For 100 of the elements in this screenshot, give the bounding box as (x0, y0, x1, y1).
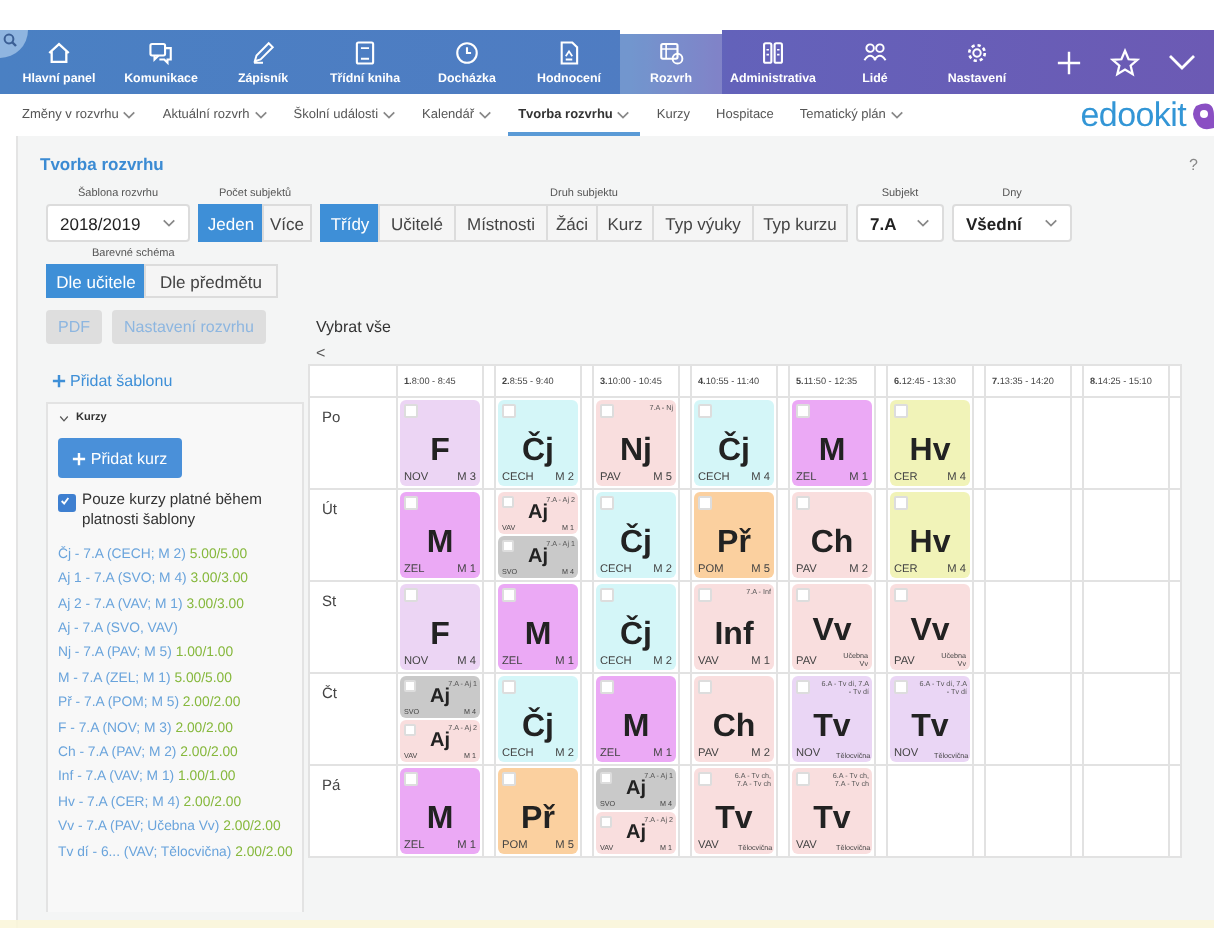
chat-icon (148, 39, 174, 65)
empty-cell[interactable] (986, 582, 1072, 674)
lesson-checkbox[interactable] (894, 680, 908, 694)
lesson-checkbox[interactable] (894, 404, 908, 418)
subject-label: Aj (430, 732, 450, 752)
subject-label: Čj (620, 526, 652, 560)
select-all-link[interactable]: Vybrat vše (316, 310, 391, 344)
search-icon[interactable] (0, 30, 28, 58)
empty-cell[interactable] (986, 766, 1072, 858)
empty-cell[interactable] (1084, 582, 1170, 674)
book-icon (352, 39, 378, 65)
empty-cell[interactable] (986, 674, 1072, 766)
check-icon (60, 496, 70, 506)
lesson-checkbox[interactable] (599, 815, 611, 827)
lesson-checkbox[interactable] (698, 404, 712, 418)
lesson-checkbox[interactable] (600, 496, 614, 510)
caret-icon (1044, 218, 1058, 228)
lesson-checkbox[interactable] (796, 588, 810, 602)
plus-icon[interactable] (1056, 49, 1082, 75)
lesson-checkbox[interactable] (502, 588, 516, 602)
subject-label: Čj (620, 618, 652, 652)
empty-cell[interactable] (888, 766, 974, 858)
checkbox[interactable] (58, 494, 76, 512)
lesson-checkbox[interactable] (796, 680, 810, 694)
empty-cell[interactable] (1084, 766, 1170, 858)
subject-label: M (622, 710, 650, 744)
home-icon (46, 39, 72, 65)
subject-label: Nj (620, 434, 652, 468)
lesson-checkbox[interactable] (599, 771, 611, 783)
subject-label: Čj (522, 434, 554, 468)
subject-label: Př (717, 526, 751, 560)
lesson-checkbox[interactable] (698, 588, 712, 602)
lesson-checkbox[interactable] (404, 496, 418, 510)
lesson-checkbox[interactable] (502, 404, 516, 418)
segment-button[interactable]: Typ kurzu (752, 204, 848, 242)
subject-label: Tv (813, 710, 851, 744)
settings-icon (964, 39, 990, 65)
lesson-checkbox[interactable] (894, 496, 908, 510)
empty-cell[interactable] (1084, 398, 1170, 490)
pencil-icon (250, 39, 276, 65)
subject-label: F (430, 434, 450, 468)
subject-label: Aj (430, 688, 450, 708)
lesson-checkbox[interactable] (403, 723, 415, 735)
subject-label: Čj (522, 710, 554, 744)
empty-cell[interactable] (986, 490, 1072, 582)
subject-label: Hv (909, 434, 951, 468)
subject-label: M (818, 434, 846, 468)
lesson-checkbox[interactable] (894, 588, 908, 602)
empty-cell[interactable] (986, 398, 1072, 490)
document-icon (556, 39, 582, 65)
lesson-checkbox[interactable] (600, 404, 614, 418)
subject-select[interactable]: 7.A (856, 204, 944, 242)
lesson-checkbox[interactable] (698, 496, 712, 510)
lesson-checkbox[interactable] (796, 772, 810, 786)
page-title: Tvorba rozvrhu (40, 154, 164, 174)
empty-cell[interactable] (1084, 674, 1170, 766)
subject-label: Ch (810, 526, 854, 560)
lesson-checkbox[interactable] (502, 772, 516, 786)
star-icon[interactable] (1110, 47, 1140, 77)
lesson-checkbox[interactable] (404, 588, 418, 602)
segment-button[interactable]: Dle předmětu (144, 264, 278, 298)
plus-icon (72, 451, 87, 465)
segment-button[interactable]: Učitelé (378, 204, 456, 242)
segment-button[interactable]: Více (262, 204, 312, 242)
caret-icon (916, 218, 930, 228)
clock-icon (454, 39, 480, 65)
lesson-checkbox[interactable] (796, 404, 810, 418)
lesson-checkbox[interactable] (404, 404, 418, 418)
segment-button[interactable]: Typ výuky (652, 204, 754, 242)
people-icon (862, 39, 888, 65)
subject-label: Čj (718, 434, 750, 468)
lesson-checkbox[interactable] (501, 495, 513, 507)
lesson-checkbox[interactable] (403, 679, 415, 691)
lesson-checkbox[interactable] (796, 496, 810, 510)
chevron-down-icon[interactable] (1168, 53, 1196, 71)
subject-label: Př (521, 802, 555, 836)
lesson-checkbox[interactable] (501, 539, 513, 551)
template-select[interactable]: 2018/2019 (46, 204, 190, 242)
segment-button[interactable]: Místnosti (454, 204, 548, 242)
lesson-checkbox[interactable] (600, 680, 614, 694)
subject-label: Aj (626, 780, 646, 800)
lesson-checkbox[interactable] (502, 680, 516, 694)
subject-label: M (426, 526, 454, 560)
segment-button[interactable]: Žáci (546, 204, 598, 242)
calendar-icon (658, 39, 684, 65)
segment-button[interactable]: Kurz (596, 204, 654, 242)
subject-label: M (426, 802, 454, 836)
caret-icon (162, 218, 176, 228)
collapse-toggle[interactable]: < (316, 346, 326, 362)
subject-label: Aj (528, 504, 548, 524)
subject-label: Hv (909, 526, 951, 560)
empty-cell[interactable] (1084, 490, 1170, 582)
lesson-checkbox[interactable] (404, 772, 418, 786)
columns-icon (760, 39, 786, 65)
lesson-checkbox[interactable] (600, 588, 614, 602)
days-select[interactable]: Všední (952, 204, 1072, 242)
subject-label: Aj (528, 548, 548, 568)
subject-label: Tv (911, 710, 949, 744)
lesson-checkbox[interactable] (698, 680, 712, 694)
lesson-checkbox[interactable] (698, 772, 712, 786)
